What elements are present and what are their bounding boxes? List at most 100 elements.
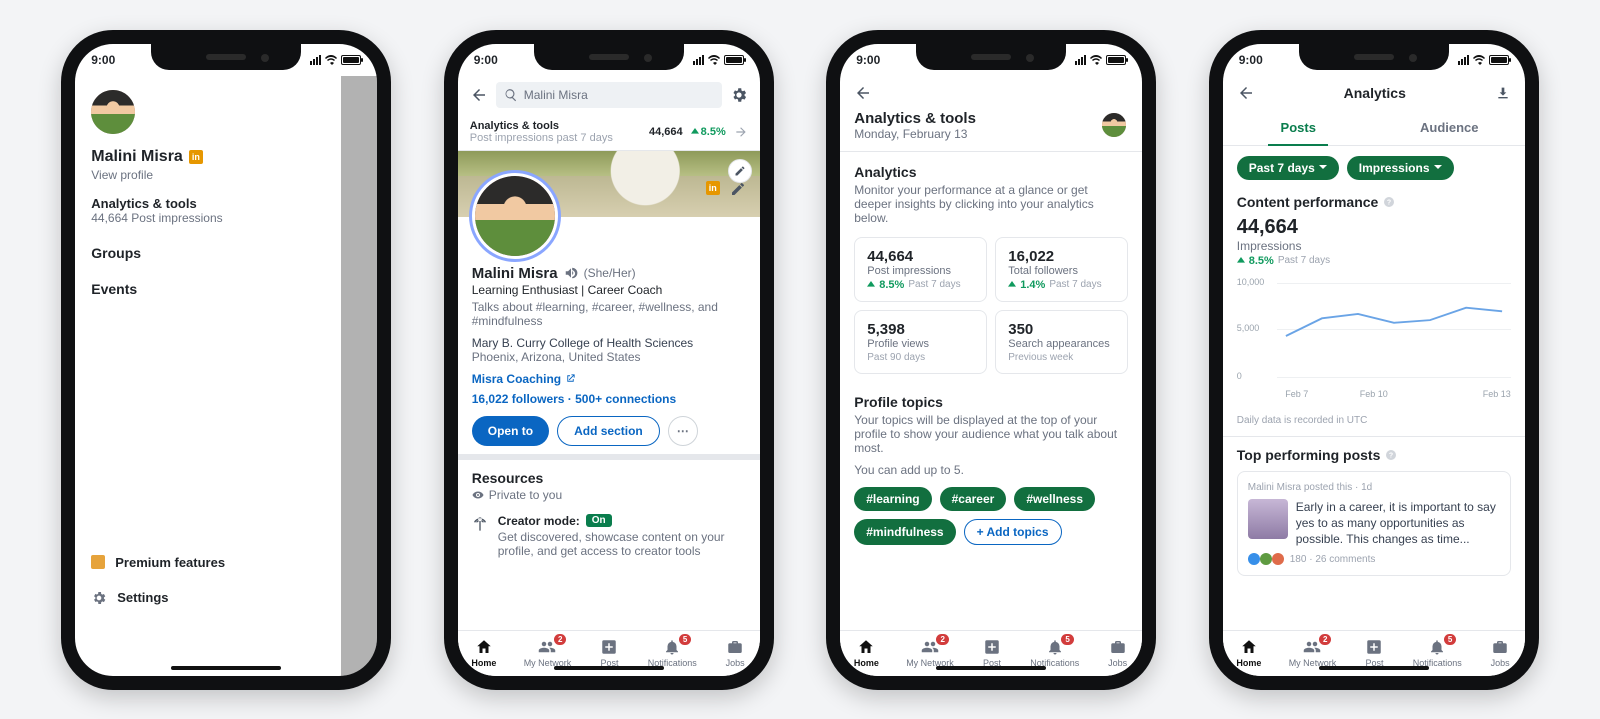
search-value: Malini Misra	[524, 88, 588, 102]
plus-square-icon	[598, 638, 620, 656]
briefcase-icon	[1489, 638, 1511, 656]
tab-posts[interactable]: Posts	[1223, 110, 1374, 145]
gear-icon[interactable]	[730, 86, 748, 104]
analytics-sub: Monitor your performance at a glance or …	[854, 183, 1128, 225]
page-date: Monday, February 13	[854, 127, 976, 141]
overlay-scrim[interactable]	[341, 76, 377, 676]
nav-home[interactable]: Home	[1236, 638, 1261, 668]
back-arrow-icon[interactable]	[1237, 84, 1255, 102]
sidebar-item-groups[interactable]: Groups	[91, 245, 361, 261]
topics-limit: You can add up to 5.	[854, 463, 1128, 477]
page-title: Analytics	[1344, 85, 1406, 101]
analytics-tools-bar[interactable]: Analytics & tools Post impressions past …	[458, 114, 760, 150]
cp-delta: 8.5%	[1249, 255, 1274, 267]
nav-network[interactable]: 2My Network	[1289, 638, 1337, 668]
topic-mindfulness[interactable]: #mindfulness	[854, 519, 955, 545]
top-posts-heading: Top performing posts	[1237, 447, 1381, 463]
help-icon[interactable]: ?	[1385, 449, 1397, 461]
people-icon: 2	[919, 638, 941, 656]
nav-post[interactable]: Post	[1363, 638, 1385, 668]
content-performance-heading: Content performance	[1237, 194, 1379, 210]
topics-sub: Your topics will be displayed at the top…	[854, 413, 1128, 455]
bell-icon: 5	[661, 638, 683, 656]
download-icon[interactable]	[1495, 85, 1511, 101]
topic-career[interactable]: #career	[940, 487, 1007, 511]
private-note: Private to you	[489, 488, 562, 502]
analytics-value: 44,664 Post impressions	[91, 211, 361, 225]
utc-note: Daily data is recorded in UTC	[1237, 415, 1511, 426]
speaker-icon[interactable]	[564, 266, 578, 280]
like-icon	[1248, 553, 1260, 565]
status-time: 9:00	[1239, 53, 1263, 67]
help-icon[interactable]: ?	[1383, 196, 1395, 208]
home-icon	[1238, 638, 1260, 656]
briefcase-icon	[1107, 638, 1129, 656]
creator-mode-item[interactable]: Creator mode: On Get discovered, showcas…	[472, 514, 746, 558]
nav-network[interactable]: 2My Network	[906, 638, 954, 668]
search-input[interactable]: Malini Misra	[496, 82, 722, 108]
analytics-tools-value: 44,664	[649, 126, 683, 138]
talks-about: Talks about #learning, #career, #wellnes…	[472, 300, 746, 328]
nav-jobs[interactable]: Jobs	[1107, 638, 1129, 668]
more-button[interactable]: ⋯	[668, 416, 698, 446]
metric-filter[interactable]: Impressions	[1347, 156, 1454, 180]
up-caret-icon	[1008, 281, 1016, 289]
external-link-icon	[565, 373, 576, 384]
home-icon	[855, 638, 877, 656]
analytics-tools-sub: Post impressions past 7 days	[470, 132, 613, 144]
creator-state-badge: On	[586, 514, 612, 527]
back-arrow-icon[interactable]	[470, 86, 488, 104]
creator-label: Creator mode:	[498, 514, 580, 528]
eye-icon	[472, 489, 484, 501]
nav-network[interactable]: 2 My Network	[524, 638, 572, 668]
edit-profile-button[interactable]	[730, 181, 746, 197]
premium-features-link[interactable]: Premium features	[91, 545, 361, 580]
status-time: 9:00	[856, 53, 880, 67]
avatar[interactable]	[472, 173, 558, 259]
nav-notifications[interactable]: 5 Notifications	[648, 638, 697, 668]
nav-home[interactable]: Home	[854, 638, 879, 668]
stat-profile-views[interactable]: 5,398 Profile views Past 90 days	[854, 310, 987, 374]
status-icons	[693, 55, 744, 65]
range-filter[interactable]: Past 7 days	[1237, 156, 1339, 180]
plus-square-icon	[1363, 638, 1385, 656]
sidebar-item-events[interactable]: Events	[91, 281, 361, 297]
nav-post[interactable]: Post	[598, 638, 620, 668]
location: Phoenix, Arizona, United States	[472, 350, 746, 364]
nav-notifications[interactable]: 5Notifications	[1413, 638, 1462, 668]
linkedin-badge-icon: in	[189, 150, 203, 164]
pronouns: (She/Her)	[584, 266, 636, 280]
avatar[interactable]	[1100, 111, 1128, 139]
home-icon	[473, 638, 495, 656]
nav-home[interactable]: Home	[471, 638, 496, 668]
bell-icon: 5	[1426, 638, 1448, 656]
topic-wellness[interactable]: #wellness	[1014, 487, 1095, 511]
website-link[interactable]: Misra Coaching	[472, 372, 746, 386]
back-arrow-icon[interactable]	[854, 84, 872, 102]
plus-square-icon	[981, 638, 1003, 656]
cp-label: Impressions	[1237, 239, 1511, 253]
open-to-button[interactable]: Open to	[472, 416, 549, 446]
svg-text:?: ?	[1389, 452, 1393, 459]
nav-notifications[interactable]: 5Notifications	[1030, 638, 1079, 668]
followers-connections[interactable]: 16,022 followers · 500+ connections	[472, 392, 746, 406]
view-profile-link[interactable]: View profile	[91, 168, 361, 182]
stat-search-appearances[interactable]: 350 Search appearances Previous week	[995, 310, 1128, 374]
nav-jobs[interactable]: Jobs	[1489, 638, 1511, 668]
avatar[interactable]	[91, 90, 135, 134]
tab-audience[interactable]: Audience	[1374, 110, 1525, 145]
analytics-tools-delta: 8.5%	[701, 126, 726, 138]
stat-total-followers[interactable]: 16,022 Total followers 1.4% Past 7 days	[995, 237, 1128, 302]
settings-link[interactable]: Settings	[91, 580, 361, 616]
nav-post[interactable]: Post	[981, 638, 1003, 668]
stat-post-impressions[interactable]: 44,664 Post impressions 8.5% Past 7 days	[854, 237, 987, 302]
analytics-tools-link[interactable]: Analytics & tools	[91, 196, 361, 211]
profile-name: Malini Misra	[472, 265, 558, 282]
topic-learning[interactable]: #learning	[854, 487, 931, 511]
top-post-card[interactable]: Malini Misra posted this · 1d Early in a…	[1237, 471, 1511, 577]
up-caret-icon	[1237, 257, 1245, 265]
creator-sub: Get discovered, showcase content on your…	[498, 530, 746, 558]
add-section-button[interactable]: Add section	[557, 416, 660, 446]
add-topics-button[interactable]: + Add topics	[964, 519, 1062, 545]
nav-jobs[interactable]: Jobs	[724, 638, 746, 668]
